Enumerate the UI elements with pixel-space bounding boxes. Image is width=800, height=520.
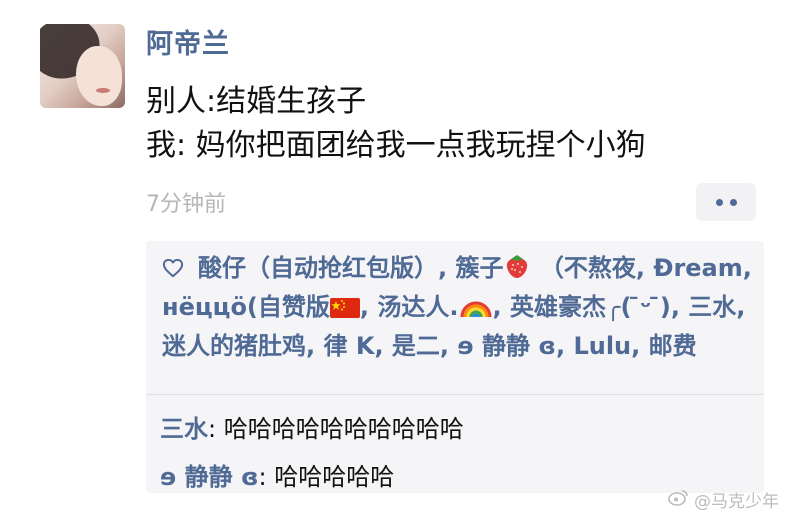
comment-author[interactable]: 三水 — [160, 415, 208, 443]
like-name[interactable]: 邮费 — [649, 332, 697, 360]
like-separator: , — [742, 254, 752, 282]
comment-text: 哈哈哈哈哈哈哈哈哈哈 — [223, 415, 464, 443]
like-separator: , — [306, 332, 324, 360]
avatar-face — [76, 46, 122, 106]
watermark: @马克少年 — [668, 487, 779, 512]
like-name[interactable]: ɘ 静静 ɞ — [457, 332, 556, 360]
post-text-line-1: 别人:结婚生孩子 — [146, 84, 367, 119]
comment-text: 哈哈哈哈哈 — [274, 463, 395, 491]
panel-divider — [146, 394, 764, 395]
post-text-line-2: 我: 妈你把面团给我一点我玩捏个小狗 — [146, 128, 646, 163]
strawberry-icon — [503, 252, 531, 290]
like-separator: , — [631, 332, 649, 360]
like-separator: , — [439, 332, 458, 360]
like-name[interactable]: 英雄豪杰╭( ̄ᵕ ̄) — [510, 293, 671, 321]
like-name[interactable]: （不熬夜, — [540, 254, 645, 282]
like-name[interactable]: 是二 — [392, 332, 440, 360]
likes-list: 酸仔（自动抢红包版）, 簇子 （不熬夜, Đream, нёццö(自赞版 , … — [162, 251, 754, 364]
like-separator: , — [438, 254, 456, 282]
more-actions-button[interactable] — [696, 183, 756, 221]
post-timestamp: 7分钟前 — [146, 192, 226, 217]
heart-outline-icon — [162, 253, 184, 278]
like-name[interactable]: нёццö(自赞版 — [162, 293, 330, 321]
like-separator: , — [736, 293, 746, 321]
like-name[interactable]: 三水 — [688, 293, 736, 321]
like-separator: , — [359, 293, 378, 321]
like-name[interactable]: 簇子 — [455, 254, 503, 282]
like-name[interactable]: 酸仔（自动抢红包版） — [198, 254, 438, 282]
like-name[interactable]: Lulu — [573, 332, 631, 360]
comment-item[interactable]: ɘ 静静 ɞ: 哈哈哈哈哈 — [160, 457, 394, 492]
rainbow-icon — [459, 293, 493, 329]
like-name[interactable]: 迷人的猪肚鸡 — [162, 332, 306, 360]
like-name[interactable]: 律 K — [323, 332, 374, 360]
like-separator: , — [670, 293, 689, 321]
china-flag-icon — [329, 293, 360, 318]
avatar-lip — [96, 88, 110, 93]
interaction-panel: 酸仔（自动抢红包版）, 簇子 （不熬夜, Đream, нёццö(自赞版 , … — [146, 241, 764, 493]
like-name[interactable]: 汤达人. — [377, 293, 458, 321]
post-username[interactable]: 阿帝兰 — [146, 22, 230, 61]
like-name[interactable]: Đream — [653, 254, 742, 282]
comment-item[interactable]: 三水: 哈哈哈哈哈哈哈哈哈哈 — [160, 409, 464, 444]
watermark-text: @马克少年 — [694, 492, 779, 512]
like-separator: , — [555, 332, 574, 360]
like-separator: , — [492, 293, 510, 321]
comment-author[interactable]: ɘ 静静 ɞ — [160, 463, 259, 491]
user-avatar[interactable] — [40, 24, 125, 108]
weibo-logo-icon — [668, 488, 690, 511]
like-separator: , — [374, 332, 392, 360]
more-dot-icon — [715, 198, 723, 206]
more-dot-icon — [729, 198, 737, 206]
